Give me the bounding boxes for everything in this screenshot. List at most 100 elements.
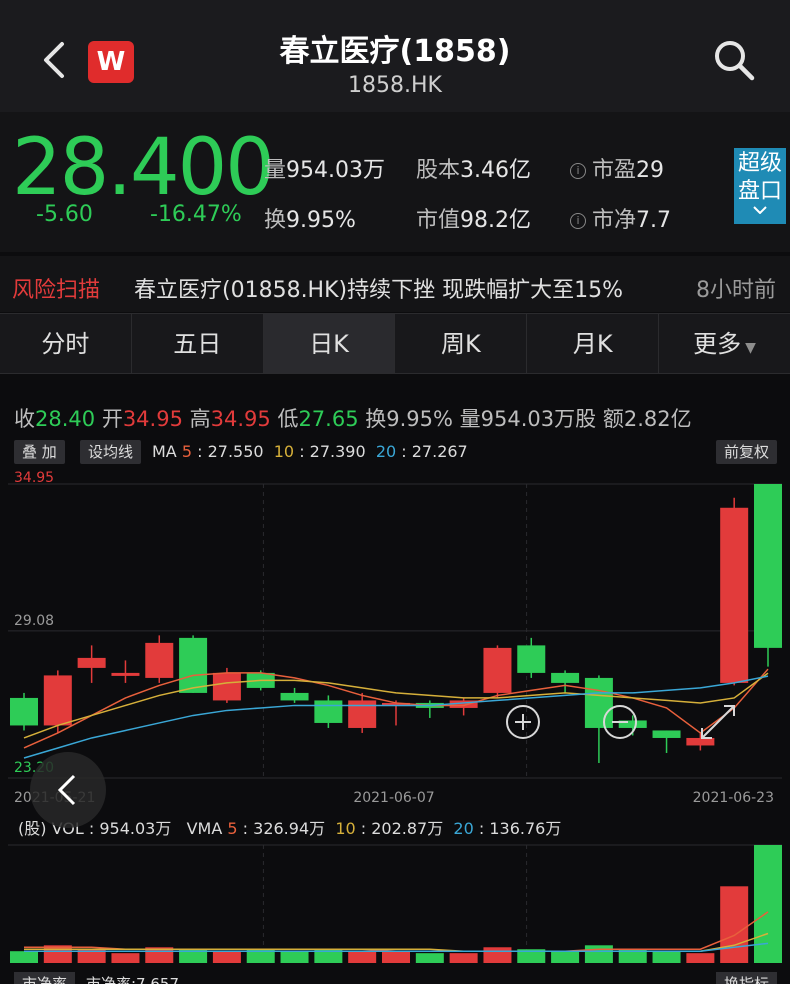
candle-body <box>348 700 377 728</box>
chevron-down-icon <box>753 206 767 214</box>
vma20-line <box>24 942 769 952</box>
news-ticker[interactable]: 风险扫描 春立医疗(01858.HK)持续下挫 现跌幅扩大至15% 8小时前 <box>0 256 790 312</box>
volume-bar <box>720 886 749 963</box>
ma-label: MA <box>152 442 177 461</box>
super-orderbook-button[interactable]: 超级盘口 <box>734 148 786 224</box>
volume-bar <box>754 845 782 963</box>
volume-bar <box>415 953 444 963</box>
low-label: 低 <box>277 407 299 431</box>
candle-body <box>212 672 241 701</box>
candle-body <box>43 675 72 726</box>
shares-stat: 股本3.46亿 <box>416 152 531 184</box>
pe-stat[interactable]: i 市盈29 <box>570 152 664 184</box>
vma10-value: 202.87万 <box>371 819 444 838</box>
low-value: 27.65 <box>298 407 359 431</box>
tab-more[interactable]: 更多 ▼ <box>659 314 790 373</box>
caret-down-icon: ▼ <box>745 340 756 356</box>
candle-body <box>652 730 681 738</box>
candle-body <box>720 507 749 683</box>
pb-value: 7.7 <box>636 208 672 233</box>
candlestick-chart[interactable]: 34.9529.0823.202021-05-212021-06-072021-… <box>0 466 790 810</box>
high-value: 34.95 <box>210 407 271 431</box>
tab-weekly-k[interactable]: 周K <box>395 314 528 373</box>
close-value: 28.40 <box>35 407 96 431</box>
vol-label: 量 <box>459 407 481 431</box>
switch-indicator-button[interactable]: 换指标 <box>716 972 778 984</box>
volume-bar <box>382 951 410 963</box>
volume-value: 954.03万 <box>286 158 385 183</box>
ma20-value: 27.267 <box>411 442 468 461</box>
set-ma-button[interactable]: 设均线 <box>80 440 142 464</box>
volume-label: 量 <box>264 158 287 183</box>
stock-code: 1858.HK <box>348 73 442 98</box>
candle-body <box>483 647 512 693</box>
volume-bar <box>111 953 140 963</box>
candle-body <box>517 645 546 673</box>
turnover-value: 9.95% <box>286 208 356 233</box>
tab-daily-k[interactable]: 日K <box>263 314 396 373</box>
edge-back-button[interactable] <box>30 752 106 828</box>
period-tabs: 分时 五日 日K 周K 月K 更多 ▼ <box>0 313 790 374</box>
vma5-value: 326.94万 <box>253 819 326 838</box>
candle-body <box>280 692 309 701</box>
top-navbar: W 春立医疗(1858) 1858.HK <box>0 0 790 112</box>
candle-body <box>77 657 106 668</box>
ma10-period: 10 <box>273 442 295 461</box>
overlay-button[interactable]: 叠 加 <box>14 440 65 464</box>
turnover-label: 换 <box>365 407 387 431</box>
kline-chart-area: 收28.40 开34.95 高34.95 低27.65 换9.95% 量954.… <box>0 375 790 984</box>
info-icon: i <box>570 213 586 229</box>
vma20-period: 20 <box>453 819 474 838</box>
fullscreen-icon <box>701 705 735 739</box>
candle-body <box>584 677 613 728</box>
turnover-value: 9.95% <box>386 407 453 431</box>
vol-legend-value: 954.03万 <box>99 819 172 838</box>
volume-bar <box>652 951 681 963</box>
y-axis-label-mid: 29.08 <box>14 613 54 629</box>
super-orderbook-label: 超级盘口 <box>737 151 782 204</box>
pe-value: 29 <box>636 158 665 183</box>
high-label: 高 <box>189 407 211 431</box>
search-icon[interactable] <box>712 38 756 82</box>
pb-ratio-value: 市净率:7.657 <box>86 975 179 984</box>
candle-body <box>686 737 715 746</box>
x-axis-date-label: 2021-06-07 <box>353 790 434 806</box>
open-label: 开 <box>101 407 123 431</box>
pb-ratio-button[interactable]: 市净率 <box>14 972 76 984</box>
pb-label: 市净 <box>592 208 637 233</box>
pe-label: 市盈 <box>592 158 637 183</box>
volume-bar <box>212 951 241 963</box>
ma10-value: 27.390 <box>309 442 366 461</box>
price-adjust-button[interactable]: 前复权 <box>716 440 778 464</box>
market-cap-stat[interactable]: 市值98.2亿 <box>416 202 531 234</box>
chevron-left-icon <box>57 774 76 806</box>
candle-body <box>179 637 208 693</box>
ma5-period: 5 <box>181 442 193 461</box>
pb-stat[interactable]: i 市净7.7 <box>570 202 671 234</box>
vma5-period: 5 <box>227 819 238 838</box>
ma20-period: 20 <box>375 442 397 461</box>
candle-body <box>111 672 140 676</box>
info-icon: i <box>570 163 586 179</box>
volume-bar <box>551 951 580 963</box>
news-headline[interactable]: 春立医疗(01858.HK)持续下挫 现跌幅扩大至15% <box>134 272 623 304</box>
y-axis-label-high: 34.95 <box>14 470 54 486</box>
volume-bar <box>280 951 309 963</box>
tab-five-day[interactable]: 五日 <box>132 314 264 373</box>
risk-scan-tag: 风险扫描 <box>12 278 101 303</box>
tab-monthly-k[interactable]: 月K <box>527 314 660 373</box>
tab-intraday[interactable]: 分时 <box>0 314 132 373</box>
candle-body <box>145 642 174 678</box>
volume-bar <box>686 953 715 963</box>
volume-bar <box>10 951 38 963</box>
turnover-label: 换 <box>264 208 287 233</box>
vma20-value: 136.76万 <box>489 819 562 838</box>
volume-bar <box>348 951 377 963</box>
ma-legend: MA 5 : 27.550 10 : 27.390 20 : 27.267 <box>152 442 468 461</box>
volume-chart[interactable] <box>0 837 790 967</box>
volume-bar <box>584 945 613 963</box>
open-value: 34.95 <box>122 407 183 431</box>
news-time: 8小时前 <box>696 278 776 303</box>
page-title: 春立医疗(1858) <box>279 34 511 69</box>
ohlc-summary: 收28.40 开34.95 高34.95 低27.65 换9.95% 量954.… <box>14 403 692 433</box>
